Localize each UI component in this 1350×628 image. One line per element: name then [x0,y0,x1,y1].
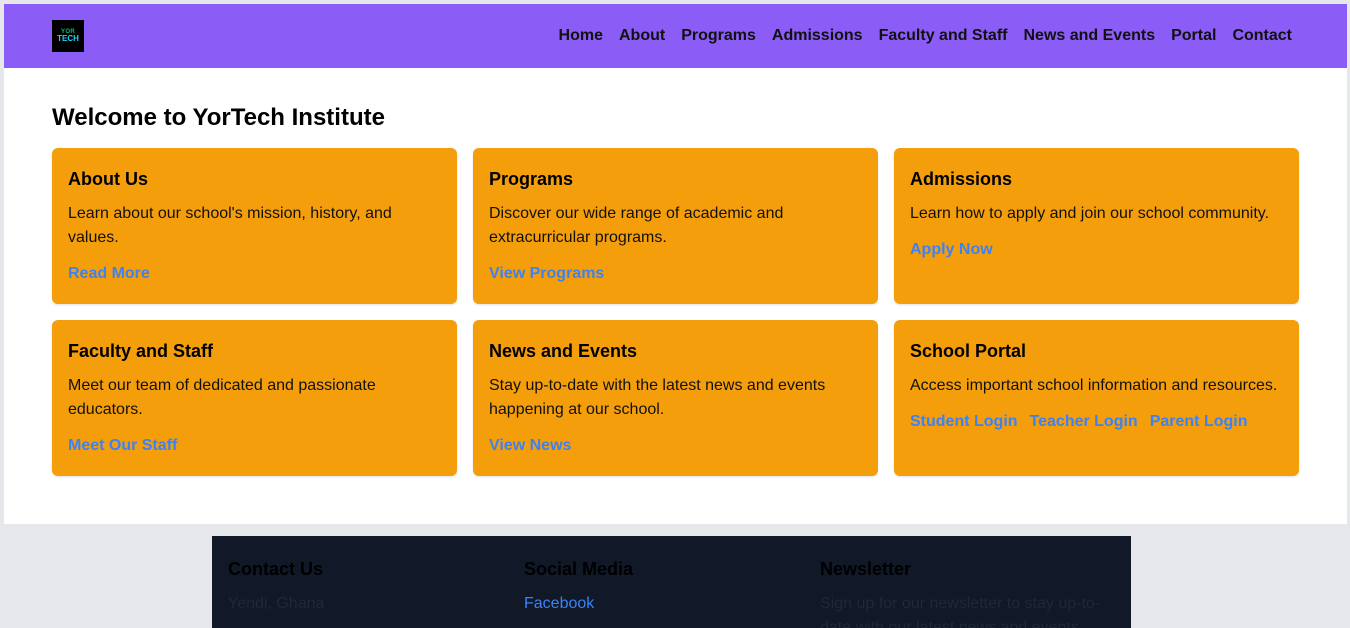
card-about-us: About Us Learn about our school's missio… [52,148,457,304]
read-more-link[interactable]: Read More [68,264,150,284]
site-footer: Contact Us Yendi, Ghana Social Media Fac… [212,536,1131,628]
card-faculty-and-staff: Faculty and Staff Meet our team of dedic… [52,320,457,476]
card-title: School Portal [910,341,1027,361]
card-links: Apply Now [910,240,1283,260]
card-title: Programs [489,169,574,189]
card-links: View Programs [489,264,862,284]
logo[interactable]: YOR TECH [52,20,84,52]
card-school-portal: School Portal Access important school in… [894,320,1299,476]
view-programs-link[interactable]: View Programs [489,264,604,284]
nav-admissions[interactable]: Admissions [772,27,863,45]
card-title: Faculty and Staff [68,341,214,361]
parent-login-link[interactable]: Parent Login [1150,412,1248,432]
footer-heading: Newsletter [820,559,912,579]
logo-text-bottom: TECH [57,34,79,43]
student-login-link[interactable]: Student Login [910,412,1018,432]
card-news-and-events: News and Events Stay up-to-date with the… [473,320,878,476]
footer-contact: Contact Us Yendi, Ghana [228,558,518,616]
site-header: YOR TECH Home About Programs Admissions … [4,4,1347,68]
nav-faculty-and-staff[interactable]: Faculty and Staff [879,27,1008,45]
nav-contact[interactable]: Contact [1232,27,1292,45]
card-admissions: Admissions Learn how to apply and join o… [894,148,1299,304]
view-news-link[interactable]: View News [489,436,571,456]
card-title: News and Events [489,341,638,361]
footer-newsletter: Newsletter Sign up for our newsletter to… [820,558,1110,628]
card-text: Learn about our school's mission, histor… [68,205,392,246]
nav-about[interactable]: About [619,27,665,45]
footer-social: Social Media Facebook [524,558,814,616]
page-title: Welcome to YorTech Institute [52,104,385,131]
card-text: Discover our wide range of academic and … [489,205,784,246]
card-title: About Us [68,169,148,189]
newsletter-text: Sign up for our newsletter to stay up-to… [820,595,1101,628]
card-title: Admissions [910,169,1013,189]
card-links: Meet Our Staff [68,436,441,456]
meet-our-staff-link[interactable]: Meet Our Staff [68,436,177,456]
nav-programs[interactable]: Programs [681,27,756,45]
page: YOR TECH Home About Programs Admissions … [4,4,1347,628]
card-text: Meet our team of dedicated and passionat… [68,377,376,418]
nav-home[interactable]: Home [559,27,603,45]
teacher-login-link[interactable]: Teacher Login [1030,412,1138,432]
main-nav: Home About Programs Admissions Faculty a… [559,4,1292,68]
card-links: Read More [68,264,441,284]
nav-portal[interactable]: Portal [1171,27,1216,45]
card-links: Student Login Teacher Login Parent Login [910,412,1283,432]
card-programs: Programs Discover our wide range of acad… [473,148,878,304]
footer-heading: Social Media [524,559,634,579]
facebook-link[interactable]: Facebook [524,595,594,612]
card-text: Stay up-to-date with the latest news and… [489,377,826,418]
card-text: Learn how to apply and join our school c… [910,205,1270,222]
footer-heading: Contact Us [228,559,324,579]
nav-news-and-events[interactable]: News and Events [1023,27,1155,45]
apply-now-link[interactable]: Apply Now [910,240,993,260]
card-links: View News [489,436,862,456]
contact-address: Yendi, Ghana [228,595,325,612]
card-grid: About Us Learn about our school's missio… [52,148,1299,476]
card-text: Access important school information and … [910,377,1278,394]
